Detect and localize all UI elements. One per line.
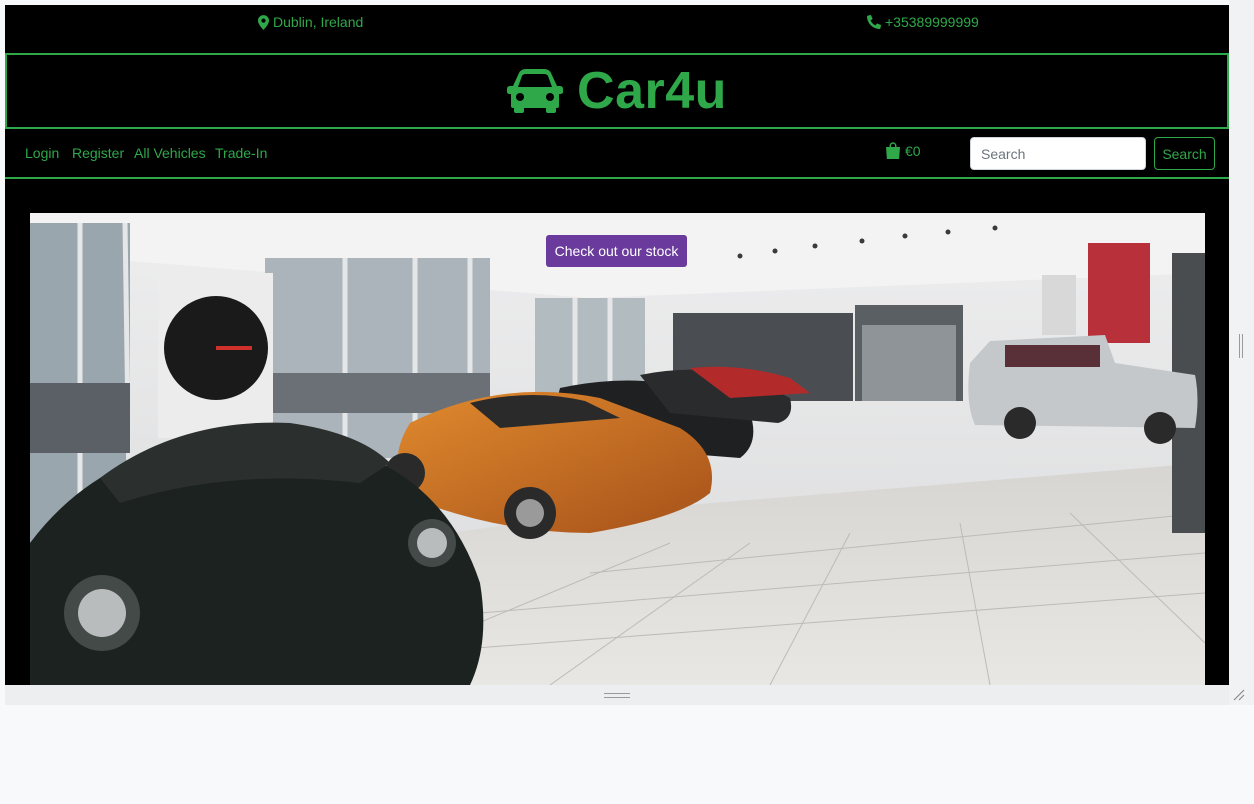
location-text: Dublin, Ireland [273,14,364,30]
brand-name[interactable]: Car4u [577,61,727,121]
nav-link-register[interactable]: Register [72,145,124,161]
search-button[interactable]: Search [1154,137,1215,170]
top-info-bar: Dublin, Ireland +35389999999 [5,5,1229,52]
nav-link-login[interactable]: Login [25,145,59,161]
scrollbar-grip-icon[interactable] [1239,334,1243,358]
brand-header: Car4u [5,53,1229,129]
vertical-scrollbar[interactable] [1229,0,1254,705]
nav-link-trade-in[interactable]: Trade-In [215,145,267,161]
car-icon [507,69,564,113]
page-frame: Dublin, Ireland +35389999999 Car4u Login… [5,5,1229,685]
main-nav: Login Register All Vehicles Trade-In €0 … [5,129,1229,179]
map-marker-icon [258,14,269,30]
phone-icon [867,15,881,29]
resize-grip-icon[interactable] [604,693,630,698]
shopping-bag-icon [886,142,900,159]
check-stock-button[interactable]: Check out our stock [546,235,687,267]
cart-button[interactable]: €0 [885,142,921,159]
phone-text: +35389999999 [885,14,979,30]
search-input[interactable] [970,137,1146,170]
cart-total: €0 [905,142,921,159]
resize-corner-icon[interactable] [1232,688,1246,702]
hero-showroom-image [30,213,1205,685]
location-info: Dublin, Ireland [258,14,363,30]
horizontal-resize-bar[interactable] [5,685,1229,705]
phone-info: +35389999999 [867,14,979,30]
nav-link-all-vehicles[interactable]: All Vehicles [134,145,206,161]
